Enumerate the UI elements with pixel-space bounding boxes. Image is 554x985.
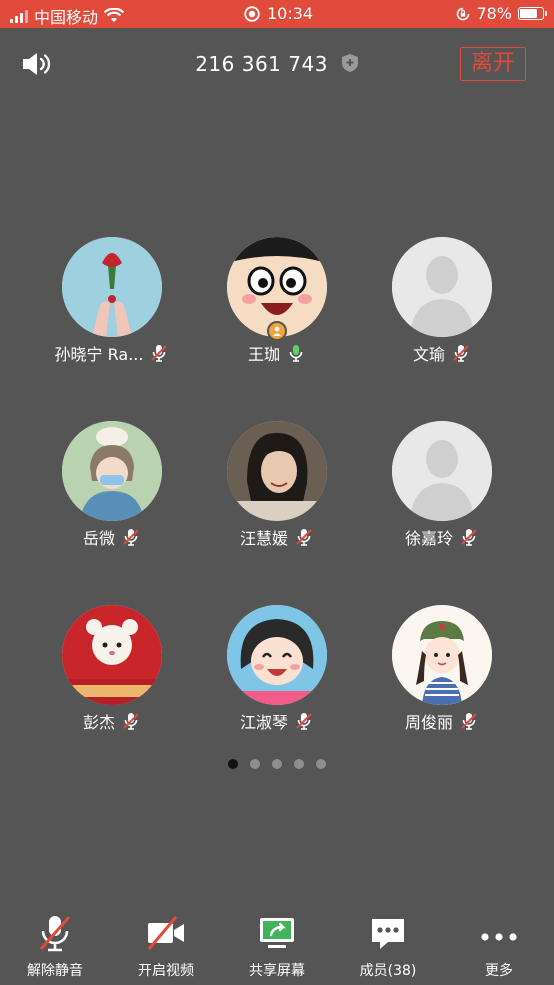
participant-name: 岳微 bbox=[82, 529, 115, 548]
mic-muted-icon bbox=[453, 345, 469, 362]
page-dot[interactable] bbox=[250, 759, 260, 769]
mic-muted-icon bbox=[123, 529, 139, 546]
user-icon bbox=[273, 326, 281, 336]
participant-name: 孙晓宁 Ra... bbox=[54, 345, 144, 364]
participant-label: 彭杰 bbox=[27, 709, 197, 733]
participant-label: 孙晓宁 Ra... bbox=[27, 341, 197, 365]
participant-tile[interactable]: 徐嘉玲 bbox=[357, 421, 527, 571]
meeting-id-text: 216 361 743 bbox=[195, 52, 328, 76]
more-button[interactable]: 更多 bbox=[444, 905, 554, 985]
record-icon bbox=[244, 5, 260, 22]
rotation-lock-icon bbox=[457, 7, 470, 20]
start-video-label: 开启视频 bbox=[138, 963, 194, 979]
avatar bbox=[62, 237, 162, 337]
participant-tile[interactable]: 江淑琴 bbox=[192, 605, 362, 755]
participant-label: 岳微 bbox=[27, 525, 197, 549]
status-left: 中国移动 bbox=[10, 4, 125, 28]
participant-tile[interactable]: 彭杰 bbox=[27, 605, 197, 755]
mic-muted-icon bbox=[151, 345, 168, 362]
mic-muted-icon bbox=[461, 713, 477, 730]
mic-muted-icon bbox=[123, 713, 139, 730]
unmute-button[interactable]: 解除静音 bbox=[0, 905, 110, 985]
mic-muted-icon bbox=[296, 529, 312, 546]
host-badge bbox=[267, 321, 287, 341]
participant-tile[interactable]: 孙晓宁 Ra... bbox=[27, 237, 197, 387]
share-screen-label: 共享屏幕 bbox=[249, 963, 305, 979]
avatar bbox=[62, 605, 162, 705]
shield-icon bbox=[341, 54, 358, 72]
page-dot[interactable] bbox=[316, 759, 326, 769]
meeting-header: 216 361 743 离开 bbox=[0, 28, 554, 100]
avatar bbox=[392, 605, 492, 705]
avatar bbox=[227, 605, 327, 705]
participant-name: 汪慧媛 bbox=[239, 529, 288, 548]
participant-label: 文瑜 bbox=[357, 341, 527, 365]
unmute-label: 解除静音 bbox=[27, 963, 83, 979]
wifi-icon bbox=[104, 8, 125, 22]
page-dot[interactable] bbox=[228, 759, 238, 769]
battery-icon bbox=[518, 7, 547, 20]
participant-tile[interactable]: 王珈 bbox=[192, 237, 362, 387]
participant-tile[interactable]: 岳微 bbox=[27, 421, 197, 571]
participant-name: 徐嘉玲 bbox=[404, 529, 453, 548]
avatar bbox=[227, 421, 327, 521]
members-label: 成员(38) bbox=[359, 963, 417, 979]
participant-label: 徐嘉玲 bbox=[357, 525, 527, 549]
page-dot[interactable] bbox=[272, 759, 282, 769]
page-indicator bbox=[0, 759, 554, 769]
status-bar: 中国移动 10:34 78% bbox=[0, 0, 554, 28]
participant-name: 王珈 bbox=[247, 345, 280, 364]
participant-label: 汪慧媛 bbox=[192, 525, 362, 549]
members-button[interactable]: 成员(38) bbox=[333, 905, 443, 985]
battery-percent: 78% bbox=[476, 4, 512, 23]
mic-muted-icon bbox=[296, 713, 312, 730]
participant-tile[interactable]: 周俊丽 bbox=[357, 605, 527, 755]
participant-tile[interactable]: 汪慧媛 bbox=[192, 421, 362, 571]
participant-name: 文瑜 bbox=[412, 345, 445, 364]
participant-tile[interactable]: 文瑜 bbox=[357, 237, 527, 387]
share-screen-icon bbox=[260, 918, 294, 948]
avatar bbox=[62, 421, 162, 521]
status-center: 10:34 bbox=[244, 4, 313, 23]
participant-name: 江淑琴 bbox=[239, 713, 288, 732]
mic-muted-icon bbox=[461, 529, 477, 546]
more-icon bbox=[481, 933, 517, 941]
leave-button[interactable]: 离开 bbox=[460, 47, 526, 81]
participant-label: 江淑琴 bbox=[192, 709, 362, 733]
participant-name: 周俊丽 bbox=[404, 713, 453, 732]
clock-time: 10:34 bbox=[267, 4, 314, 23]
participant-label: 周俊丽 bbox=[357, 709, 527, 733]
mic-active-icon bbox=[289, 345, 303, 362]
carrier-name: 中国移动 bbox=[34, 8, 99, 27]
avatar bbox=[392, 421, 492, 521]
page-dot[interactable] bbox=[294, 759, 304, 769]
participant-label: 王珈 bbox=[192, 341, 362, 365]
start-video-button[interactable]: 开启视频 bbox=[111, 905, 221, 985]
video-off-icon bbox=[147, 916, 184, 950]
participant-name: 彭杰 bbox=[82, 713, 115, 732]
share-screen-button[interactable]: 共享屏幕 bbox=[222, 905, 332, 985]
chat-bubble-icon bbox=[372, 919, 404, 949]
signal-icon bbox=[10, 9, 28, 23]
status-right: 78% bbox=[456, 4, 547, 23]
meeting-toolbar: 解除静音 开启视频 共享屏幕 成员(38) 更多 bbox=[0, 905, 554, 985]
avatar bbox=[392, 237, 492, 337]
mic-muted-icon bbox=[39, 916, 71, 952]
more-label: 更多 bbox=[485, 963, 513, 979]
